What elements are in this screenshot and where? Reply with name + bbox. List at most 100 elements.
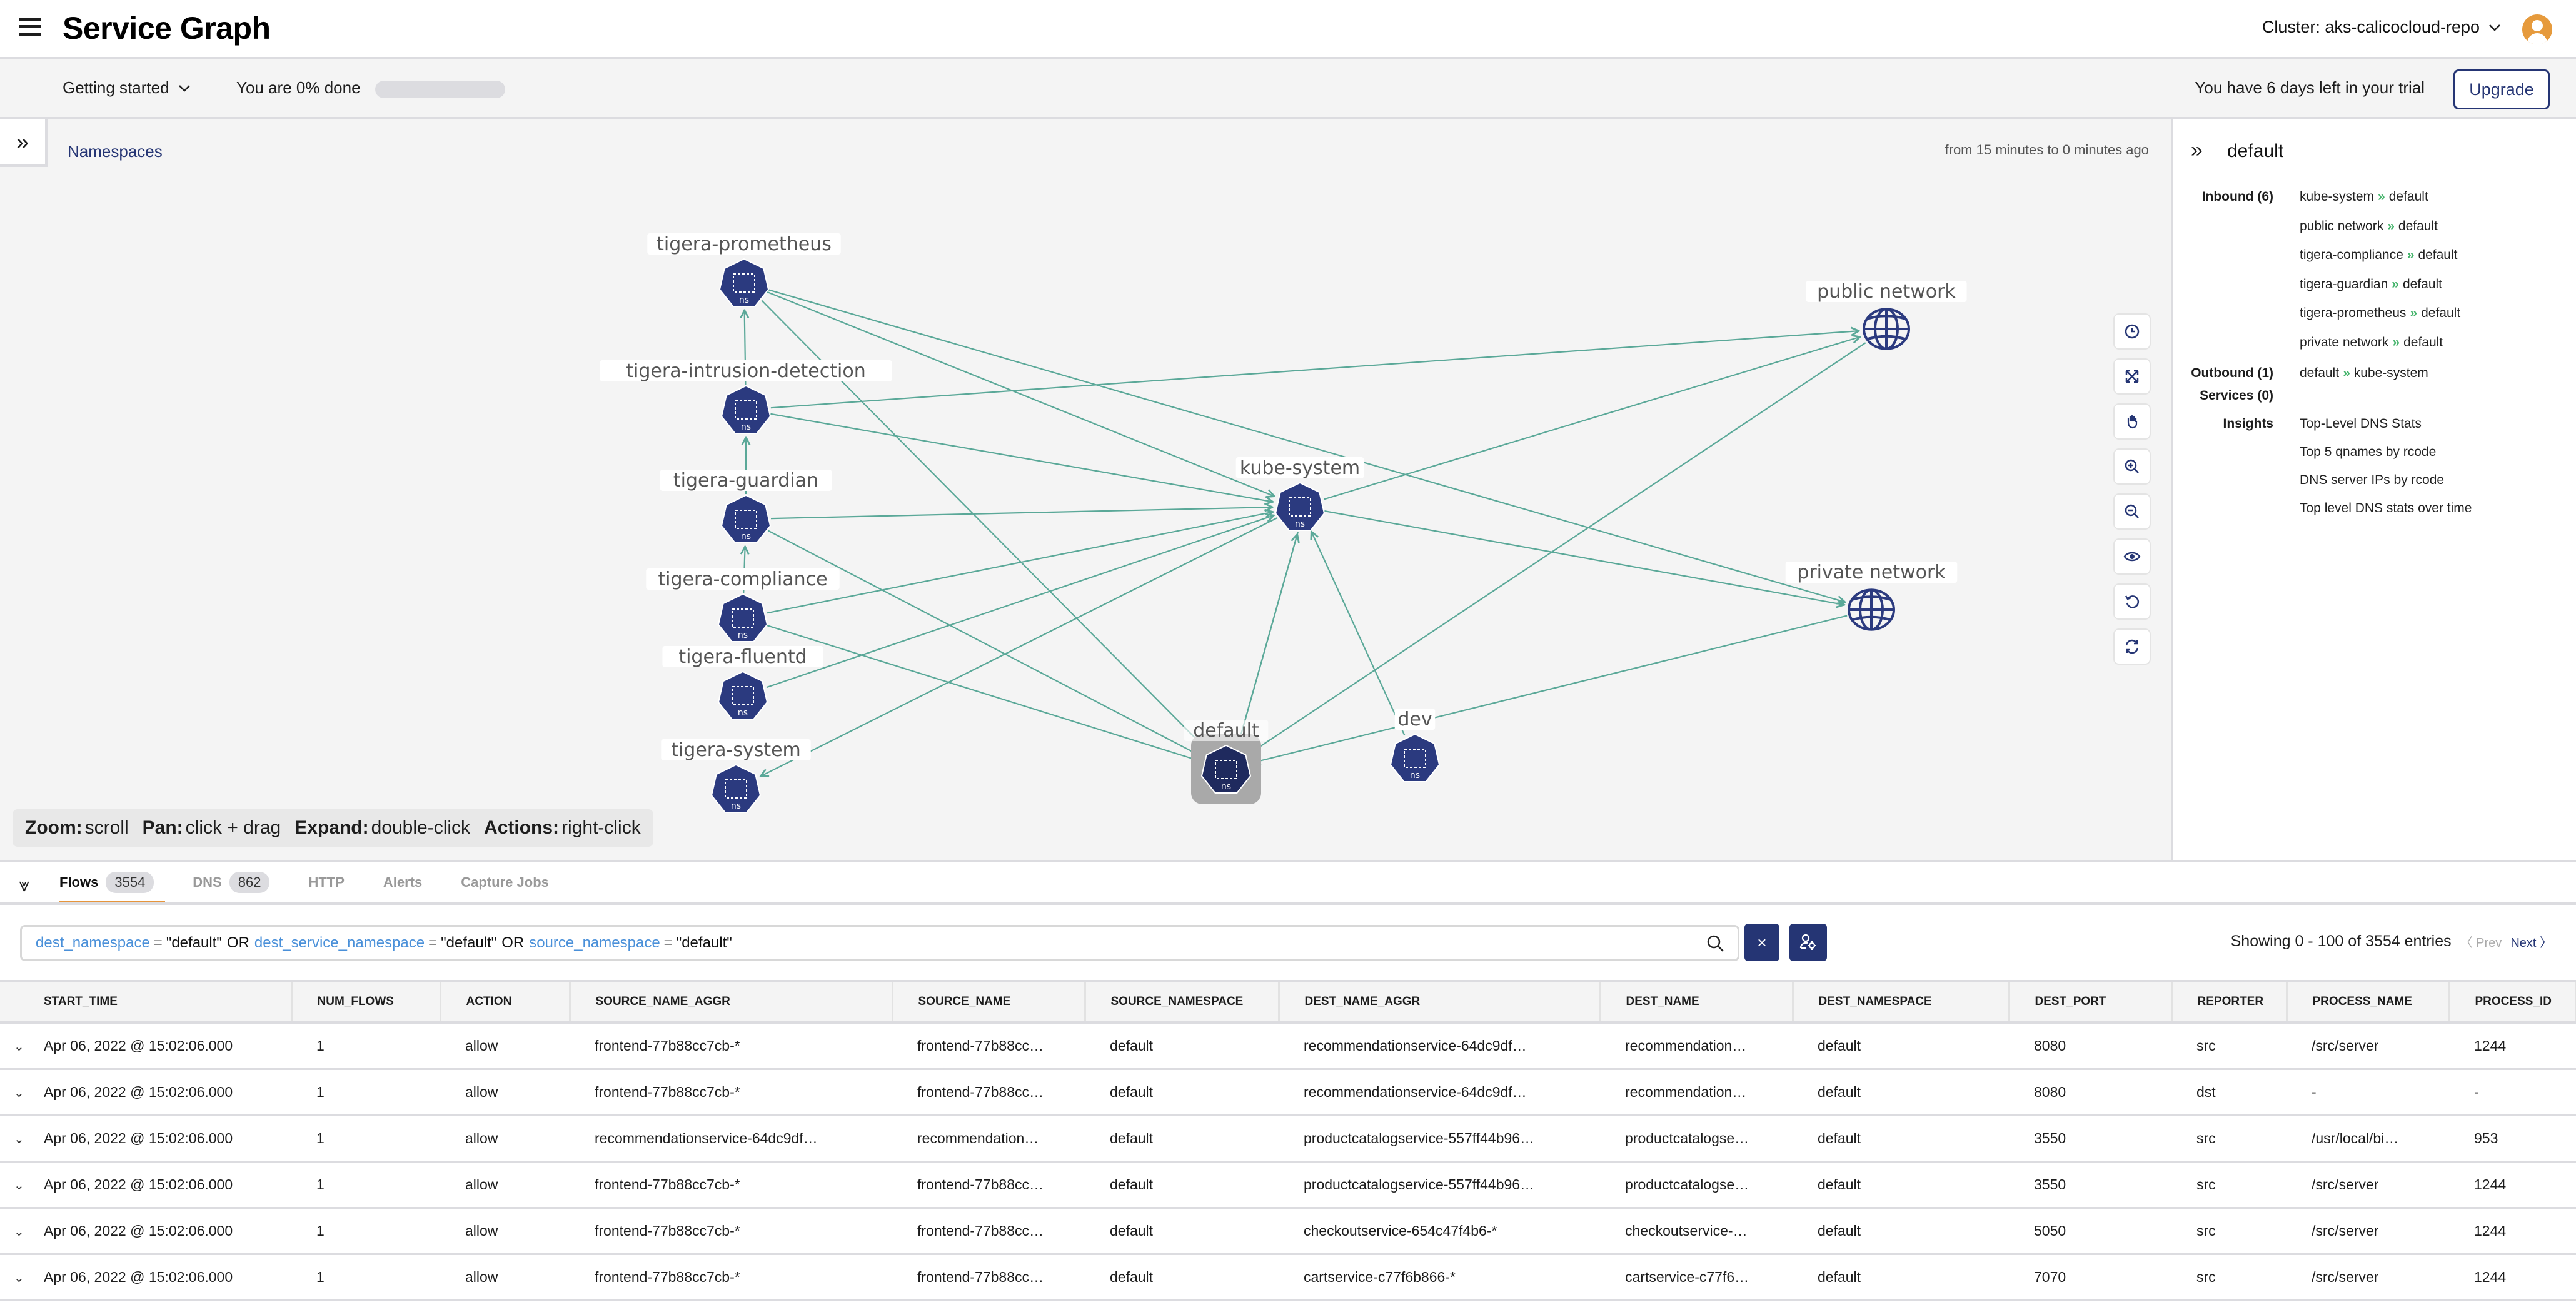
next-page-button[interactable]: Next 〉 (2510, 932, 2552, 951)
expand-sidebar-button[interactable]: » (0, 119, 48, 167)
graph-edge-default-to-kube-system[interactable] (1237, 535, 1297, 747)
graph-edge-private-network-to-default[interactable] (1253, 615, 1848, 763)
table-row[interactable]: ⌄ Apr 06, 2022 @ 15:02:06.000 1 allow fronte… (0, 1161, 2576, 1209)
cell-value: default (1818, 1083, 1861, 1100)
pagination: Showing 0 - 100 of 3554 entries 〈 Prev N… (2231, 932, 2552, 951)
cluster-selector[interactable]: Cluster: aks-calicocloud-repo (2262, 18, 2501, 37)
zoom-in-button[interactable] (2113, 448, 2151, 485)
clear-query-button[interactable]: × (1744, 924, 1779, 961)
outbound-flow-item[interactable]: default» kube-system (2300, 366, 2428, 381)
tab-flows[interactable]: Flows 3554 (59, 862, 166, 905)
graph-edge-tigera-guardian-to-kube-system[interactable] (770, 507, 1272, 520)
graph-node-public-network[interactable]: public network (1806, 281, 1967, 350)
expand-row-chevron-icon[interactable]: ⌄ (14, 1085, 30, 1101)
column-header-start-time[interactable]: START_TIME (0, 980, 293, 1024)
insight-link[interactable]: Top-Level DNS Stats (2300, 416, 2422, 431)
column-header-num-flows[interactable]: NUM_FLOWS (291, 980, 441, 1024)
graph-edge-tigera-compliance-to-kube-system[interactable] (767, 512, 1273, 614)
insight-link[interactable]: Top level DNS stats over time (2300, 501, 2472, 516)
service-graph-canvas[interactable]: tigera-prometheus ns tigera-intrusion-dete… (0, 119, 2171, 860)
cell-dest-name: productcatalogse… (1600, 1161, 1793, 1209)
cell-value: frontend-77b88cc… (917, 1037, 1044, 1054)
cell-value: frontend-77b88cc… (917, 1083, 1044, 1100)
graph-edge-tigera-prometheus-to-kube-system[interactable] (767, 291, 1274, 497)
insight-link[interactable]: Top 5 qnames by rcode (2300, 445, 2436, 460)
table-row[interactable]: ⌄ Apr 06, 2022 @ 15:02:06.000 1 allow fronte… (0, 1254, 2576, 1301)
graph-edge-tigera-guardian-to-default[interactable] (767, 530, 1201, 756)
column-header-process-name[interactable]: PROCESS_NAME (2287, 980, 2450, 1024)
graph-edge-kube-system-to-private-network[interactable] (1324, 510, 1844, 605)
inbound-flow-item[interactable]: private network» default (2300, 335, 2443, 350)
reset-layout-button[interactable] (2113, 583, 2151, 620)
expand-row-chevron-icon[interactable]: ⌄ (14, 1039, 30, 1054)
column-header-source-name[interactable]: SOURCE_NAME (892, 980, 1086, 1024)
graph-node-tigera-intrusion-detection[interactable]: tigera-intrusion-detection ns (600, 360, 892, 434)
tab-http[interactable]: HTTP (308, 862, 344, 902)
insight-link[interactable]: DNS server IPs by rcode (2300, 473, 2444, 488)
graph-node-tigera-guardian[interactable]: tigera-guardian ns (660, 470, 832, 543)
graph-node-dev[interactable]: dev ns (1389, 709, 1441, 782)
refresh-button[interactable] (2113, 628, 2151, 665)
tab-dns[interactable]: DNS 862 (193, 862, 270, 902)
column-header-dest-name[interactable]: DEST_NAME (1600, 980, 1794, 1024)
graph-edge-public-network-to-default[interactable] (1249, 342, 1866, 754)
getting-started-dropdown[interactable]: Getting started (63, 78, 191, 98)
column-header-action[interactable]: ACTION (440, 980, 571, 1024)
table-row[interactable]: ⌄ Apr 06, 2022 @ 15:02:06.000 1 allow fronte… (0, 1208, 2576, 1255)
breadcrumb-namespaces[interactable]: Namespaces (68, 142, 163, 161)
cell-value: 1244 (2474, 1176, 2507, 1193)
column-header-dest-port[interactable]: DEST_PORT (2009, 980, 2173, 1024)
expand-row-chevron-icon[interactable]: ⌄ (14, 1131, 30, 1147)
upgrade-button[interactable]: Upgrade (2453, 69, 2550, 109)
table-row[interactable]: ⌄ Apr 06, 2022 @ 15:02:06.000 1 allow recomm… (0, 1115, 2576, 1163)
graph-edge-dev-to-kube-system[interactable] (1311, 532, 1406, 736)
zoom-out-button[interactable] (2113, 493, 2151, 530)
collapse-bottom-panel-button[interactable]: ⩔ (19, 875, 29, 896)
inbound-flow-item[interactable]: kube-system» default (2300, 189, 2428, 204)
inbound-flow-item[interactable]: public network» default (2300, 219, 2438, 234)
expand-row-chevron-icon[interactable]: ⌄ (14, 1270, 30, 1286)
view-options-button[interactable] (2113, 538, 2151, 575)
column-header-reporter[interactable]: REPORTER (2171, 980, 2288, 1024)
graph-edge-tigera-prometheus-to-private-network[interactable] (768, 289, 1844, 602)
inbound-flow-item[interactable]: tigera-prometheus» default (2300, 306, 2460, 321)
graph-edge-kube-system-to-public-network[interactable] (1323, 337, 1860, 500)
expand-row-chevron-icon[interactable]: ⌄ (14, 1178, 30, 1193)
table-row[interactable]: ⌄ Apr 06, 2022 @ 15:02:06.000 1 allow fronte… (0, 1069, 2576, 1116)
flow-query-input[interactable]: dest_namespace = "default" OR dest_service_n… (20, 925, 1739, 961)
cell-dest-name: checkoutservice-… (1600, 1208, 1793, 1255)
cell-action: allow (440, 1069, 570, 1116)
expand-row-chevron-icon[interactable]: ⌄ (14, 1224, 30, 1239)
user-avatar-icon[interactable] (2522, 14, 2552, 44)
tab-divider (0, 902, 2576, 905)
collapse-panel-button[interactable]: » (2191, 138, 2203, 163)
graph-node-tigera-fluentd[interactable]: tigera-fluentd ns (662, 646, 823, 720)
column-header-source-namespace[interactable]: SOURCE_NAMESPACE (1085, 980, 1280, 1024)
chevron-down-icon (178, 84, 190, 92)
graph-node-tigera-prometheus[interactable]: tigera-prometheus ns (647, 233, 841, 307)
column-header-process-id[interactable]: PROCESS_ID (2449, 980, 2576, 1024)
graph-edge-tigera-intrusion-detection-to-kube-system[interactable] (770, 413, 1272, 502)
prev-page-button[interactable]: 〈 Prev (2460, 932, 2502, 951)
column-header-source-name-aggr[interactable]: SOURCE_NAME_AGGR (570, 980, 893, 1024)
graph-node-tigera-system[interactable]: tigera-system ns (661, 739, 811, 813)
hamburger-menu-icon[interactable] (19, 18, 41, 38)
time-travel-button[interactable] (2113, 313, 2151, 350)
pan-mode-button[interactable] (2113, 403, 2151, 440)
graph-node-kube-system[interactable]: kube-system ns (1235, 457, 1364, 531)
tab-alerts[interactable]: Alerts (383, 862, 422, 902)
graph-node-private-network[interactable]: private network (1785, 562, 1958, 631)
search-icon[interactable] (1706, 934, 1725, 953)
tab-capture-jobs[interactable]: Capture Jobs (461, 862, 549, 902)
column-header-dest-namespace[interactable]: DEST_NAMESPACE (1793, 980, 2010, 1024)
graph-svg[interactable]: tigera-prometheusns tigera-intrusion-dete… (0, 119, 2171, 860)
inbound-flow-item[interactable]: tigera-compliance » default (2300, 248, 2458, 263)
column-settings-button[interactable] (1789, 924, 1827, 961)
column-header-dest-name-aggr[interactable]: DEST_NAME_AGGR (1279, 980, 1601, 1024)
fit-to-screen-button[interactable] (2113, 358, 2151, 395)
graph-edge-tigera-intrusion-detection-to-public-network[interactable] (770, 331, 1859, 409)
inbound-flow-item[interactable]: tigera-guardian » default (2300, 277, 2442, 292)
table-row[interactable]: ⌄ Apr 06, 2022 @ 15:02:06.000 1 allow fronte… (0, 1022, 2576, 1070)
graph-node-default[interactable]: default ns (1184, 720, 1269, 804)
graph-node-tigera-compliance[interactable]: tigera-compliance ns (646, 568, 840, 642)
